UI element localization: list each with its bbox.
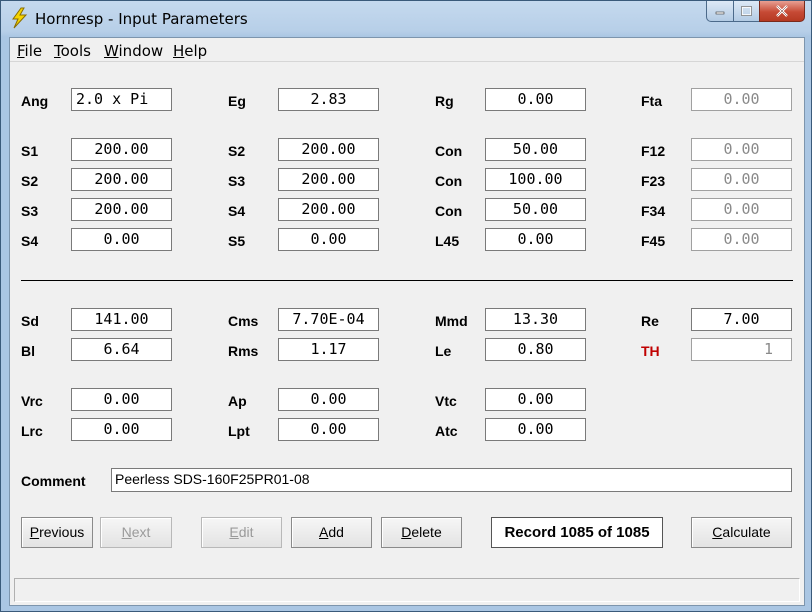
title-bar[interactable]: Hornresp - Input Parameters [1, 1, 811, 37]
vtc-label: Vtc [435, 393, 457, 409]
delete-button[interactable]: Delete [381, 517, 462, 548]
rg-field[interactable]: 0.00 [485, 88, 586, 111]
lightning-bolt-icon [12, 7, 28, 29]
bl-label: Bl [21, 343, 35, 359]
s4-label: S4 [21, 233, 39, 249]
mmd-label: Mmd [435, 313, 468, 329]
fta-field: 0.00 [691, 88, 792, 111]
rg-label: Rg [435, 93, 454, 109]
fta-label: Fta [641, 93, 662, 109]
con-field[interactable]: 100.00 [485, 168, 586, 191]
calculate-button[interactable]: Calculate [691, 517, 792, 548]
le-label: Le [435, 343, 452, 359]
ap-label: Ap [228, 393, 247, 409]
f12-field: 0.00 [691, 138, 792, 161]
f23-label: F23 [641, 173, 666, 189]
l45-field[interactable]: 0.00 [485, 228, 586, 251]
f34-label: F34 [641, 203, 666, 219]
caption-buttons [706, 1, 805, 23]
sd-field[interactable]: 141.00 [71, 308, 172, 331]
f45-label: F45 [641, 233, 666, 249]
lpt-label: Lpt [228, 423, 250, 439]
f34-field: 0.00 [691, 198, 792, 221]
comment-field[interactable]: Peerless SDS-160F25PR01-08 [111, 468, 792, 492]
f45-field: 0.00 [691, 228, 792, 251]
con-label: Con [435, 173, 463, 189]
rms-field[interactable]: 1.17 [278, 338, 379, 361]
s3-field[interactable]: 200.00 [71, 198, 172, 221]
atc-label: Atc [435, 423, 458, 439]
con-label: Con [435, 203, 463, 219]
cms-label: Cms [228, 313, 259, 329]
th-label: TH [641, 343, 660, 359]
th-field: 1 [691, 338, 792, 361]
s2-label: S2 [21, 173, 39, 189]
con-field[interactable]: 50.00 [485, 198, 586, 221]
rms-label: Rms [228, 343, 259, 359]
lpt-field[interactable]: 0.00 [278, 418, 379, 441]
s3-label: S3 [21, 203, 39, 219]
eg-label: Eg [228, 93, 246, 109]
add-button[interactable]: Add [291, 517, 372, 548]
s4-field[interactable]: 200.00 [278, 198, 379, 221]
l45-label: L45 [435, 233, 460, 249]
s5-field[interactable]: 0.00 [278, 228, 379, 251]
vrc-field[interactable]: 0.00 [71, 388, 172, 411]
atc-field[interactable]: 0.00 [485, 418, 586, 441]
ang-label: Ang [21, 93, 49, 109]
s3-label: S3 [228, 173, 246, 189]
s1-field[interactable]: 200.00 [71, 138, 172, 161]
f12-label: F12 [641, 143, 666, 159]
maximize-button[interactable] [733, 1, 759, 22]
next-button: Next [100, 517, 172, 548]
status-bar [14, 578, 800, 602]
previous-button[interactable]: Previous [21, 517, 93, 548]
bl-field[interactable]: 6.64 [71, 338, 172, 361]
section-divider [21, 280, 793, 281]
ap-field[interactable]: 0.00 [278, 388, 379, 411]
minimize-button[interactable] [706, 1, 733, 22]
lrc-label: Lrc [21, 423, 43, 439]
menu-bar: File Tools Window Help [10, 38, 804, 62]
app-window: Hornresp - Input Parameters File Tools W… [0, 0, 812, 612]
input-parameters-panel: File Tools Window Help Ang 2.0 x Pi Eg 2… [9, 37, 805, 606]
s2-field[interactable]: 200.00 [71, 168, 172, 191]
le-field[interactable]: 0.80 [485, 338, 586, 361]
eg-field[interactable]: 2.83 [278, 88, 379, 111]
s2-field[interactable]: 200.00 [278, 138, 379, 161]
cms-field[interactable]: 7.70E-04 [278, 308, 379, 331]
re-label: Re [641, 313, 659, 329]
mmd-field[interactable]: 13.30 [485, 308, 586, 331]
s5-label: S5 [228, 233, 246, 249]
window-title: Hornresp - Input Parameters [35, 10, 248, 28]
re-field[interactable]: 7.00 [691, 308, 792, 331]
s4-label: S4 [228, 203, 246, 219]
s1-label: S1 [21, 143, 39, 159]
minimize-icon [715, 11, 725, 15]
s2-label: S2 [228, 143, 246, 159]
lrc-field[interactable]: 0.00 [71, 418, 172, 441]
close-icon [776, 5, 788, 17]
sd-label: Sd [21, 313, 39, 329]
maximize-icon [741, 6, 752, 16]
edit-button: Edit [201, 517, 282, 548]
ang-field[interactable]: 2.0 x Pi [71, 88, 172, 111]
vtc-field[interactable]: 0.00 [485, 388, 586, 411]
close-button[interactable] [759, 1, 805, 22]
comment-label: Comment [21, 473, 86, 489]
f23-field: 0.00 [691, 168, 792, 191]
record-indicator: Record 1085 of 1085 [491, 517, 663, 548]
menu-tools[interactable]: Tools [54, 42, 91, 60]
con-field[interactable]: 50.00 [485, 138, 586, 161]
menu-window[interactable]: Window [104, 42, 163, 60]
menu-file[interactable]: File [17, 42, 42, 60]
s3-field[interactable]: 200.00 [278, 168, 379, 191]
con-label: Con [435, 143, 463, 159]
menu-help[interactable]: Help [173, 42, 207, 60]
vrc-label: Vrc [21, 393, 43, 409]
s4-field[interactable]: 0.00 [71, 228, 172, 251]
